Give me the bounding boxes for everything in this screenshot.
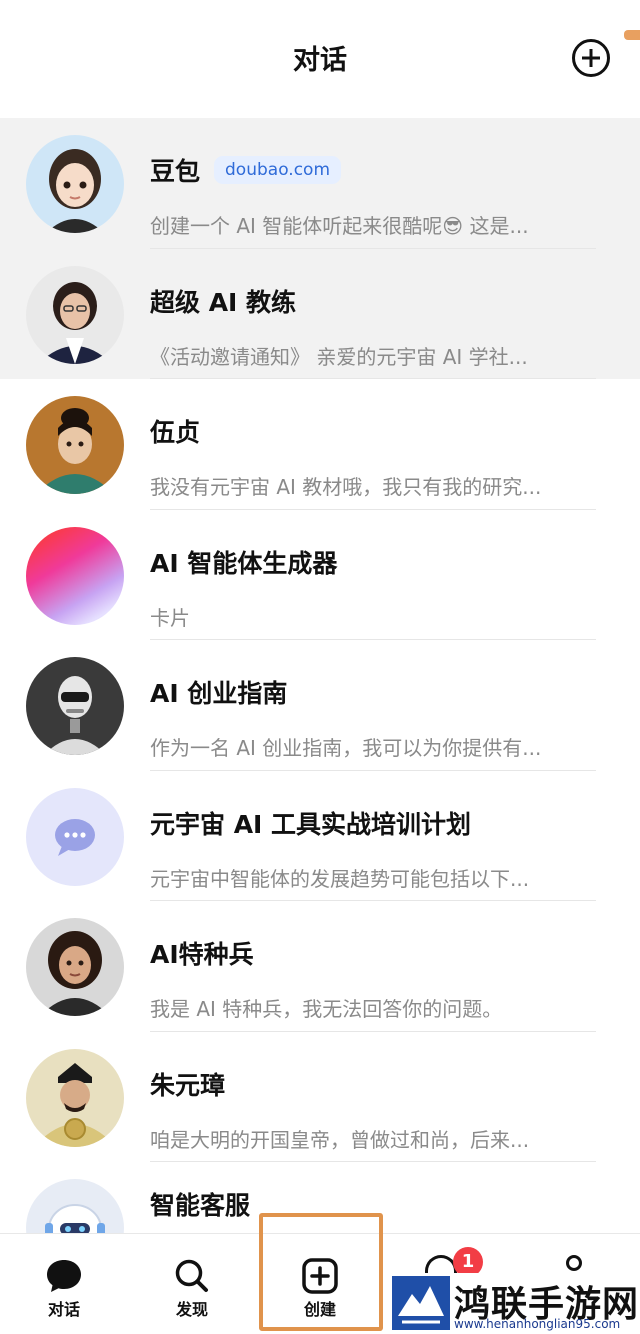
watermark: 鸿联手游网 www.henanhonglian95.com [392, 1273, 640, 1334]
chat-bubble-icon [47, 1260, 81, 1292]
conversation-preview: 元宇宙中智能体的发展趋势可能包括以下... [150, 866, 530, 891]
conversation-name: 豆包 [150, 157, 201, 186]
search-icon [175, 1259, 208, 1292]
conversation-preview: 咱是大明的开国皇帝，曾做过和尚，后来... [150, 1127, 530, 1152]
watermark-logo-icon [392, 1276, 450, 1330]
avatar [26, 1048, 124, 1147]
conversation-item-ai-agent-generator[interactable]: AI 智能体生成器 卡片 [0, 510, 640, 640]
watermark-url: www.henanhonglian95.com [454, 1317, 621, 1331]
conversation-preview: 卡片 [150, 605, 190, 630]
conversation-item-ai-special-soldier[interactable]: AI特种兵 我是 AI 特种兵，我无法回答你的问题。 [0, 901, 640, 1032]
avatar [26, 396, 124, 494]
avatar [26, 265, 124, 364]
tab-label: 发现 [175, 1300, 208, 1319]
conversation-item-wuzhen[interactable]: 伍贞 我没有元宇宙 AI 教材哦，我只有我的研究... [0, 379, 640, 510]
conversation-preview: 创建一个 AI 智能体听起来很酷呢😎 这是... [150, 214, 529, 238]
website-tag: doubao.com [214, 156, 342, 184]
top-bar: 对话 [0, 0, 640, 118]
chat-bubble-avatar-icon [26, 787, 124, 886]
conversation-item-super-ai-coach[interactable]: 超级 AI 教练 《活动邀请通知》 亲爱的元宇宙 AI 学社... [0, 248, 640, 379]
conversation-item-ai-startup-guide[interactable]: AI 创业指南 作为一名 AI 创业指南，我可以为你提供有... [0, 640, 640, 771]
conversation-preview: 我是 AI 特种兵，我无法回答你的问题。 [150, 997, 503, 1021]
profile-icon[interactable] [566, 1255, 582, 1271]
conversation-name: AI 智能体生成器 [150, 548, 338, 578]
avatar [26, 657, 124, 755]
conversation-preview: 《活动邀请通知》 亲爱的元宇宙 AI 学社... [150, 344, 528, 369]
conversation-preview: 作为一名 AI 创业指南，我可以为你提供有... [150, 736, 542, 760]
avatar [26, 918, 124, 1016]
conversation-name: 朱元璋 [150, 1070, 226, 1100]
conversation-name: 超级 AI 教练 [150, 287, 297, 317]
conversation-name: 智能客服 [150, 1191, 251, 1220]
corner-decoration [624, 30, 640, 40]
conversation-preview: 我没有元宇宙 AI 教材哦，我只有我的研究... [150, 475, 542, 499]
tab-chat[interactable]: 对话 [0, 1234, 128, 1334]
conversation-item-zhu-yuanzhang[interactable]: 朱元璋 咱是大明的开国皇帝，曾做过和尚，后来... [0, 1032, 640, 1162]
avatar [26, 526, 124, 625]
tab-label: 对话 [47, 1300, 80, 1319]
conversation-list: 豆包 doubao.com 创建一个 AI 智能体听起来很酷呢😎 这是... 超… [0, 118, 640, 1293]
plus-circle-icon[interactable] [572, 39, 610, 77]
avatar [26, 135, 124, 233]
page-title: 对话 [293, 45, 347, 76]
conversation-name: 元宇宙 AI 工具实战培训计划 [150, 809, 472, 839]
tab-discover[interactable]: 发现 [128, 1234, 256, 1334]
conversation-item-metaverse-training[interactable]: 元宇宙 AI 工具实战培训计划 元宇宙中智能体的发展趋势可能包括以下... [0, 771, 640, 901]
create-tab-highlight [259, 1213, 383, 1331]
conversation-item-doubao[interactable]: 豆包 doubao.com 创建一个 AI 智能体听起来很酷呢😎 这是... [0, 118, 640, 249]
conversation-name: 伍贞 [150, 418, 201, 447]
conversation-name: AI特种兵 [150, 940, 254, 969]
conversation-name: AI 创业指南 [150, 679, 288, 708]
